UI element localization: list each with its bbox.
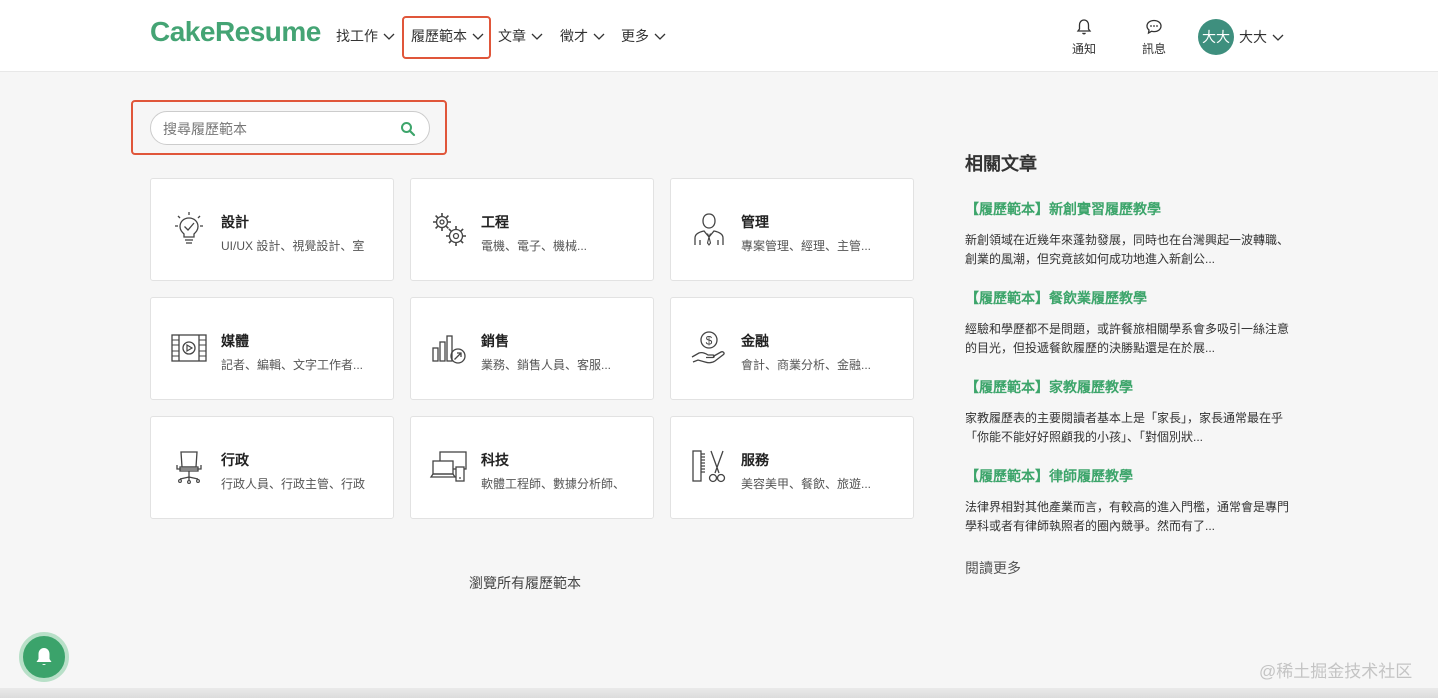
article-description: 法律界相對其他產業而言，有較高的進入門檻，通常會是專門學科或者有律師執照者的圈內… [965,500,1290,533]
money-hand-icon: $ [691,331,725,364]
watermark: @稀土掘金技术社区 [1259,662,1413,681]
nav-articles[interactable]: 文章 [498,26,544,46]
search-input[interactable] [163,118,383,140]
category-title: 行政 [221,452,249,468]
category-title: 服務 [741,452,769,468]
article-description: 經驗和學歷都不是問題，或許餐旅相關學系會多吸引一絲注意的目光，但投遞餐飲履歷的決… [965,322,1290,355]
article-item: 【履歷範本】餐飲業履歷教學 經驗和學歷都不是問題，或許餐旅相關學系會多吸引一絲注… [965,288,1295,358]
nav-more[interactable]: 更多 [621,26,667,46]
lightbulb-icon [175,212,203,244]
nav-highlight-box [402,16,491,59]
category-subtitle: 業務、銷售人員、客服... [481,358,612,372]
search-bar [150,111,430,145]
category-title: 工程 [481,214,509,230]
category-card-finance[interactable]: $ 金融 會計、商業分析、金融... [670,297,914,400]
category-subtitle: UI/UX 設計、視覺設計、室 [221,239,365,253]
category-card-service[interactable]: 服務 美容美甲、餐飲、旅遊... [670,416,914,519]
nav-articles-label: 文章 [498,28,526,44]
devices-icon [429,451,467,482]
gears-icon [433,213,466,246]
chevron-down-icon [383,33,395,40]
film-icon [171,334,207,362]
push-notification-button[interactable] [19,632,69,682]
svg-text:$: $ [706,334,713,348]
chevron-down-icon [1272,34,1284,41]
category-subtitle: 專案管理、經理、主管... [741,239,872,253]
top-header: CakeResume 找工作 履歷範本 文章 徵才 更多 通知 訊息 大大 大大 [0,0,1438,72]
category-card-tech[interactable]: 科技 軟體工程師、數據分析師、 [410,416,654,519]
notifications-label: 通知 [1072,42,1097,56]
article-description: 新創領域在近幾年來蓬勃發展，同時也在台灣興起一波轉職、創業的風潮，但究竟該如何成… [965,233,1290,266]
category-subtitle: 行政人員、行政主管、行政 [221,477,366,491]
notifications-button[interactable]: 通知 [1072,18,1096,57]
nav-hiring-label: 徵才 [560,28,588,44]
article-item: 【履歷範本】家教履歷教學 家教履歷表的主要閱讀者基本上是「家長」，家長通常最在乎… [965,377,1295,447]
bell-icon [1076,19,1092,35]
category-title: 銷售 [481,333,509,349]
category-subtitle: 美容美甲、餐飲、旅遊... [741,477,872,491]
category-title: 金融 [741,333,769,349]
article-title-link[interactable]: 【履歷範本】家教履歷教學 [965,377,1295,397]
chevron-down-icon [593,33,605,40]
comb-scissors-icon [692,450,726,483]
category-card-sales[interactable]: 銷售 業務、銷售人員、客服... [410,297,654,400]
category-title: 設計 [221,214,249,230]
nav-hiring[interactable]: 徵才 [560,26,606,46]
category-subtitle: 軟體工程師、數據分析師、 [481,477,626,491]
article-description: 家教履歷表的主要閱讀者基本上是「家長」，家長通常最在乎「你能不能好好照顧我的小孩… [965,411,1284,444]
article-item: 【履歷範本】新創實習履歷教學 新創領域在近幾年來蓬勃發展，同時也在台灣興起一波轉… [965,199,1295,269]
chevron-down-icon [531,33,543,40]
related-articles-heading: 相關文章 [965,154,1037,174]
messages-label: 訊息 [1142,42,1167,56]
browse-all-templates-link[interactable]: 瀏覽所有履歷範本 [469,573,581,593]
nav-find-jobs-label: 找工作 [336,28,378,44]
article-item: 【履歷範本】律師履歷教學 法律界相對其他產業而言，有較高的進入門檻，通常會是專門… [965,466,1295,536]
messages-button[interactable]: 訊息 [1142,18,1166,57]
manager-icon [694,213,724,246]
category-card-management[interactable]: 管理 專案管理、經理、主管... [670,178,914,281]
category-subtitle: 記者、編輯、文字工作者... [221,358,364,372]
user-menu[interactable]: 大大 [1239,27,1285,47]
bottom-edge [0,688,1438,698]
category-card-design[interactable]: 設計 UI/UX 設計、視覺設計、室 [150,178,394,281]
avatar[interactable]: 大大 [1198,19,1234,55]
article-title-link[interactable]: 【履歷範本】新創實習履歷教學 [965,199,1295,219]
bell-icon [36,648,52,665]
chat-bubble-icon [1146,19,1162,35]
read-more-link[interactable]: 閱讀更多 [965,558,1021,578]
category-title: 管理 [741,214,769,230]
nav-find-jobs[interactable]: 找工作 [336,26,396,46]
chart-growth-icon [432,335,466,364]
chevron-down-icon [654,33,666,40]
article-title-link[interactable]: 【履歷範本】律師履歷教學 [965,466,1295,486]
user-name-label: 大大 [1239,29,1267,45]
category-card-admin[interactable]: 行政 行政人員、行政主管、行政 [150,416,394,519]
category-card-engineering[interactable]: 工程 電機、電子、機械... [410,178,654,281]
article-title-link[interactable]: 【履歷範本】餐飲業履歷教學 [965,288,1295,308]
category-title: 科技 [481,452,509,468]
search-icon[interactable] [400,121,416,137]
category-subtitle: 電機、電子、機械... [481,239,588,253]
logo[interactable]: CakeResume [150,16,321,48]
nav-more-label: 更多 [621,28,649,44]
office-chair-icon [176,451,202,484]
category-card-media[interactable]: 媒體 記者、編輯、文字工作者... [150,297,394,400]
category-title: 媒體 [221,333,249,349]
category-subtitle: 會計、商業分析、金融... [741,358,872,372]
